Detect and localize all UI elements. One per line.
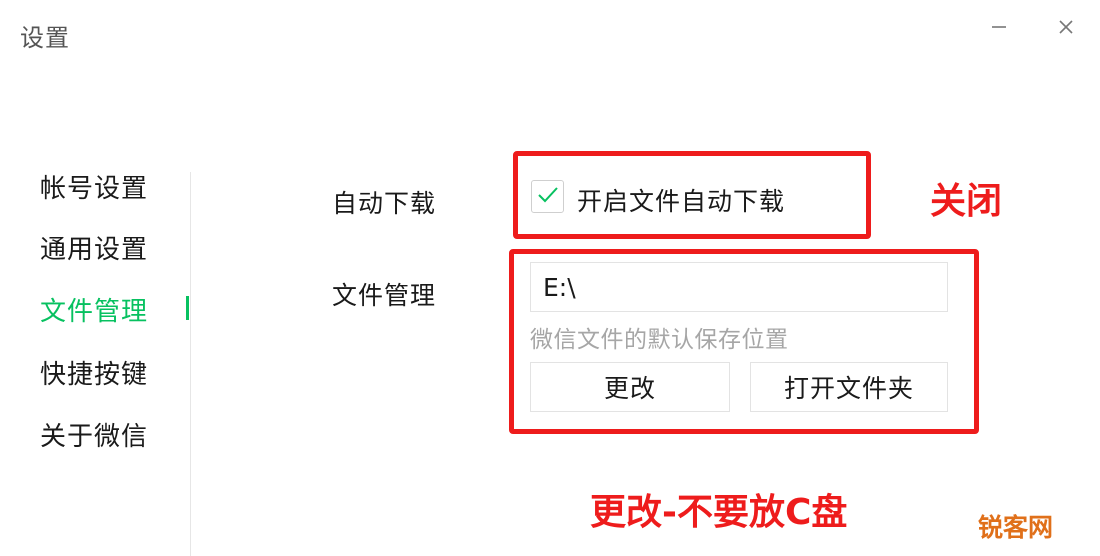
sidebar-item-account[interactable]: 帐号设置 [40,168,148,205]
annotation-change-note: 更改-不要放C盘 [590,492,848,533]
sidebar-item-about[interactable]: 关于微信 [40,416,148,453]
annotation-box-auto-download [513,151,871,239]
active-nav-indicator [186,296,189,320]
window-title: 设置 [20,24,70,52]
close-icon [1057,18,1075,36]
close-button[interactable] [1049,10,1083,44]
watermark-logo: 锐客网 [978,513,1054,542]
annotation-box-file-path [509,249,979,434]
annotation-close-note: 关闭 [930,181,1003,222]
minimize-icon [990,18,1008,36]
settings-window: 设置 帐号设置 通用设置 文件管理 快捷按键 关于微信 自动下载 开启文件自动下… [0,0,1100,556]
sidebar-divider [190,172,191,556]
minimize-button[interactable] [982,10,1016,44]
sidebar-item-general[interactable]: 通用设置 [40,229,148,266]
sidebar-item-shortcuts[interactable]: 快捷按键 [40,354,148,391]
auto-download-label: 自动下载 [332,189,437,218]
file-management-label: 文件管理 [332,281,437,310]
sidebar-item-file-management[interactable]: 文件管理 [40,291,148,328]
